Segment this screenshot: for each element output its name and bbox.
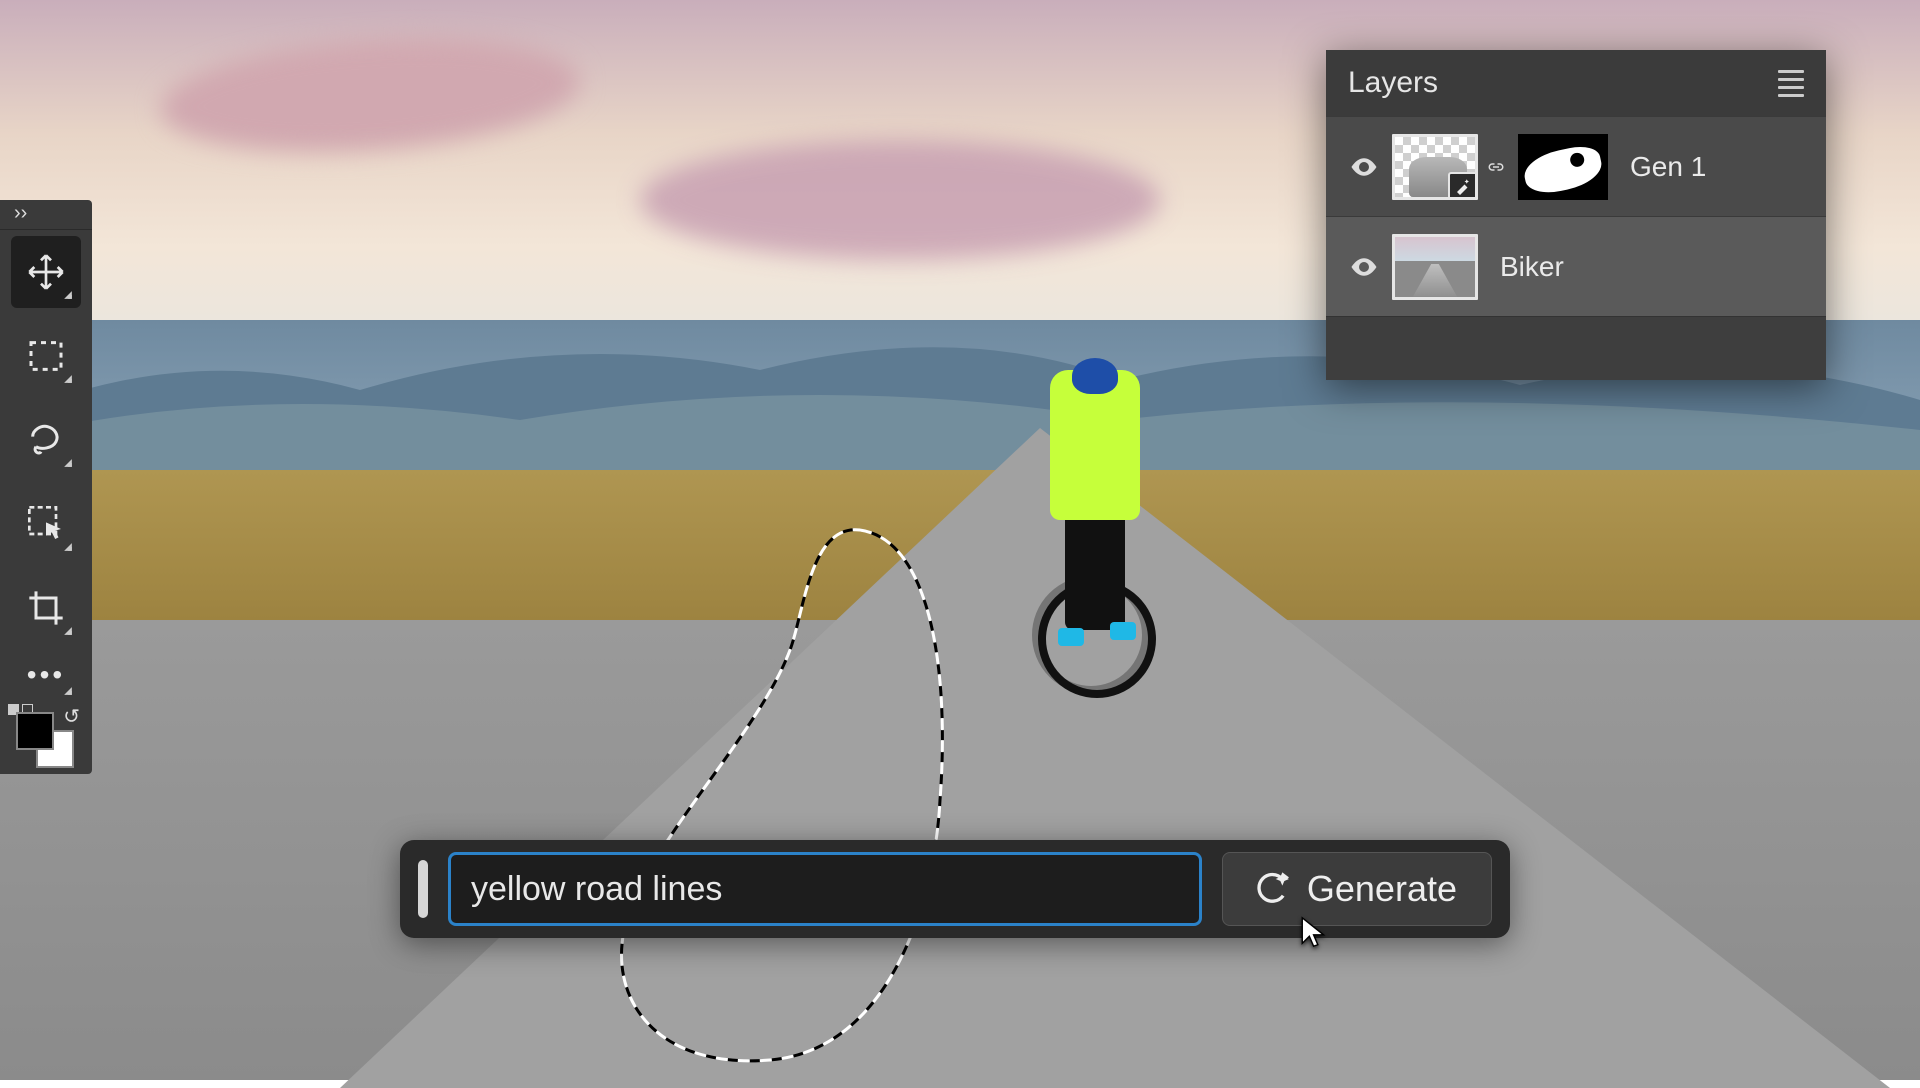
- layer-thumbnail[interactable]: [1392, 134, 1478, 200]
- sky-cloud: [640, 140, 1160, 260]
- object-select-tool[interactable]: [11, 488, 81, 560]
- marquee-icon: [26, 336, 66, 376]
- eye-icon: [1349, 252, 1379, 282]
- layers-panel: Layers Gen 1 Biker: [1326, 50, 1826, 380]
- eye-icon: [1349, 152, 1379, 182]
- panel-menu-icon[interactable]: [1778, 70, 1804, 97]
- generative-badge-icon: [1448, 172, 1478, 200]
- mouse-cursor: [1298, 915, 1332, 949]
- visibility-toggle[interactable]: [1342, 152, 1386, 182]
- generative-prompt-input[interactable]: [448, 852, 1202, 926]
- lasso-icon: [26, 420, 66, 460]
- move-tool[interactable]: [11, 236, 81, 308]
- crop-icon: [26, 588, 66, 628]
- generate-icon: [1249, 869, 1289, 909]
- crop-tool[interactable]: [11, 572, 81, 644]
- layer-name-label[interactable]: Gen 1: [1630, 151, 1706, 183]
- generate-button-label: Generate: [1307, 868, 1457, 910]
- layer-name-label[interactable]: Biker: [1500, 251, 1564, 283]
- marquee-tool[interactable]: [11, 320, 81, 392]
- generate-button[interactable]: Generate: [1222, 852, 1492, 926]
- drag-handle[interactable]: [418, 860, 428, 918]
- mask-link-icon[interactable]: [1484, 158, 1508, 176]
- object-select-icon: [26, 504, 66, 544]
- move-icon: [26, 252, 66, 292]
- foreground-color-swatch[interactable]: [16, 712, 54, 750]
- layer-row[interactable]: Biker: [1326, 216, 1826, 316]
- biker-subject: [1010, 370, 1170, 710]
- more-tools-button[interactable]: •••: [11, 650, 81, 700]
- layer-thumbnail[interactable]: [1392, 234, 1478, 300]
- layer-row[interactable]: Gen 1: [1326, 116, 1826, 216]
- swap-colors-icon[interactable]: ↺: [63, 704, 80, 729]
- sky-cloud: [157, 25, 584, 164]
- contextual-task-bar[interactable]: Generate: [400, 840, 1510, 938]
- layers-panel-title: Layers: [1348, 66, 1438, 100]
- color-swatches[interactable]: ↺: [6, 704, 86, 774]
- collapse-panel-icon[interactable]: ››: [0, 204, 92, 230]
- tools-panel: ›› ••• ↺: [0, 200, 92, 774]
- lasso-tool[interactable]: [11, 404, 81, 476]
- more-icon: •••: [27, 659, 65, 691]
- layers-panel-footer: [1326, 316, 1826, 380]
- layer-mask-thumbnail[interactable]: [1518, 134, 1608, 200]
- layers-panel-header[interactable]: Layers: [1326, 50, 1826, 116]
- visibility-toggle[interactable]: [1342, 252, 1386, 282]
